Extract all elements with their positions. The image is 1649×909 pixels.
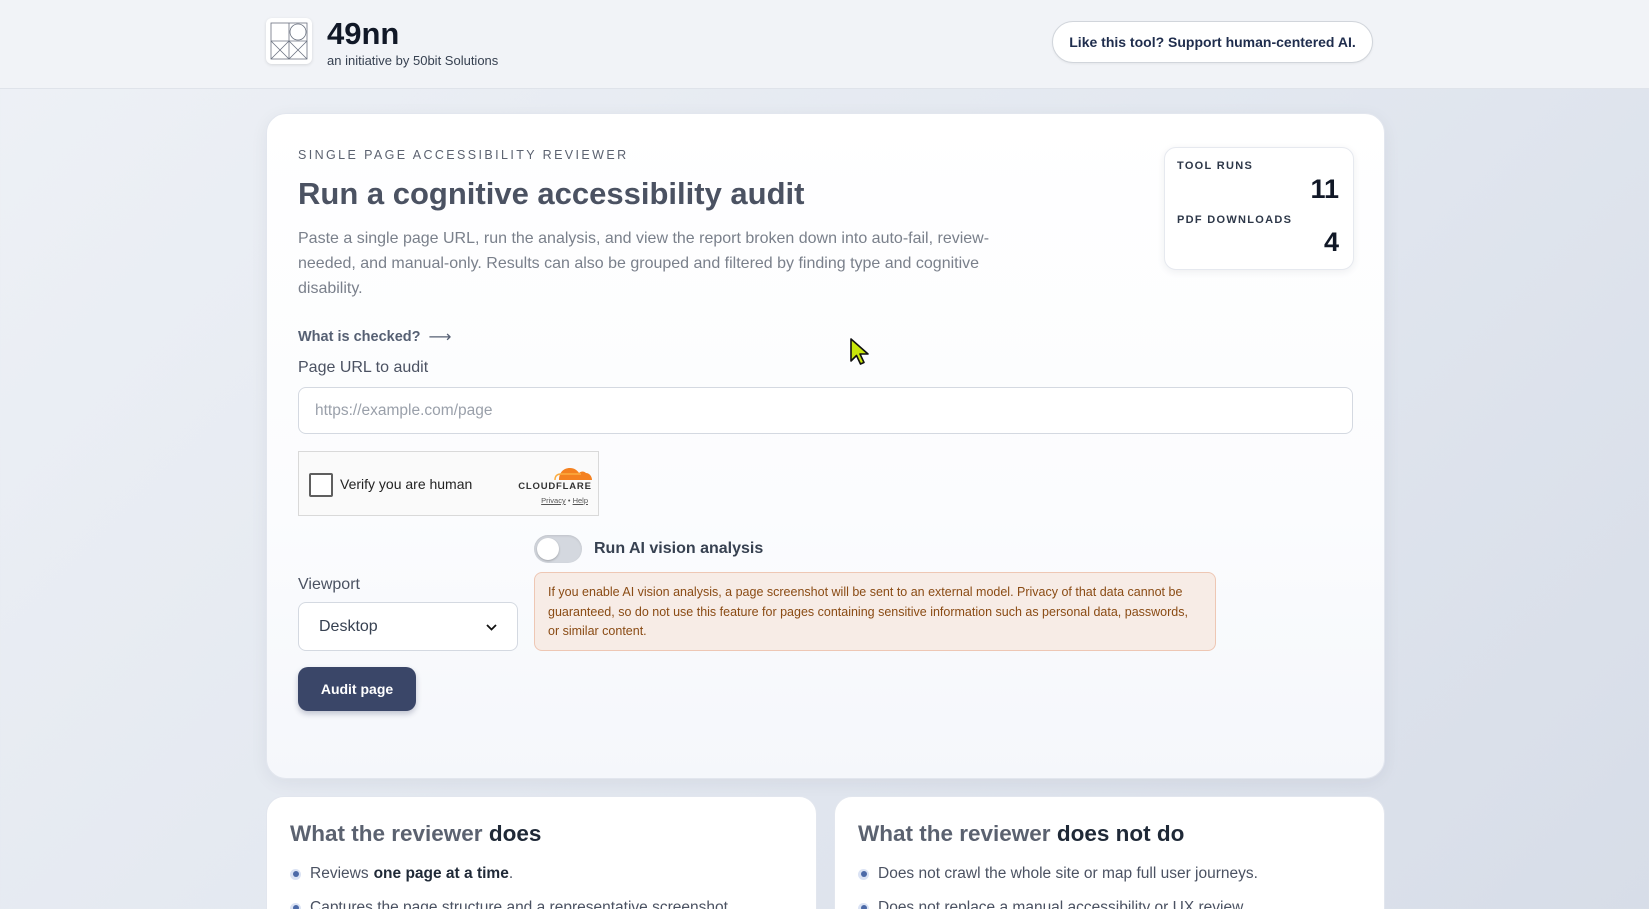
support-button[interactable]: Like this tool? Support human-centered A… (1052, 21, 1373, 63)
list-item-suffix: . (508, 865, 514, 882)
reviewer-does-card: What the reviewer does Reviews one page a… (266, 796, 817, 909)
tool-runs-value: 11 (1310, 174, 1339, 204)
reviewer-does-title-strong: does (488, 821, 542, 846)
reviewer-does-not-title: What the reviewer does not do (858, 821, 1184, 847)
what-checked-link[interactable]: What is checked? ⟶ (298, 327, 451, 347)
list-item: Does not crawl the whole site or map ful… (858, 865, 1258, 883)
what-checked-label: What is checked? (298, 329, 421, 345)
brand-subtitle: an initiative by 50bit Solutions (327, 53, 499, 68)
captcha-label: Verify you are human (340, 476, 473, 492)
audit-card: SINGLE PAGE ACCESSIBILITY REVIEWER Run a… (266, 113, 1385, 779)
ai-vision-toggle[interactable] (534, 535, 582, 563)
captcha-link-separator: • (567, 496, 571, 505)
mouse-cursor-icon (849, 337, 871, 372)
reviewer-does-not-title-strong: does not do (1056, 821, 1185, 846)
brand[interactable]: 49nn an initiative by 50bit Solutions (266, 18, 498, 68)
list-item-emphasis: one page at a time (373, 865, 509, 882)
captcha-privacy-link[interactable]: Privacy (541, 496, 566, 505)
viewport-select[interactable]: Desktop (298, 602, 518, 651)
bullet-icon (858, 902, 869, 909)
cloudflare-cloud-icon (554, 468, 592, 481)
list-item: Captures the page structure and a repres… (290, 899, 728, 909)
toggle-knob (537, 538, 559, 560)
page-title: Run a cognitive accessibility audit (298, 176, 805, 211)
cloudflare-brand-text: CLOUDFLARE (518, 481, 592, 492)
logo-icon (266, 18, 312, 64)
stats-panel: TOOL RUNS 11 PDF DOWNLOADS 4 (1164, 147, 1354, 270)
captcha-checkbox[interactable] (309, 473, 333, 497)
viewport-label: Viewport (298, 576, 360, 593)
bullet-icon (290, 868, 301, 880)
captcha-help-link[interactable]: Help (573, 496, 588, 505)
top-bar: 49nn an initiative by 50bit Solutions Li… (0, 0, 1649, 89)
brand-name: 49nn (327, 16, 400, 51)
list-item-text: Does not replace a manual accessibility … (878, 899, 1247, 909)
bullet-icon (290, 902, 301, 909)
cloudflare-logo: CLOUDFLARE Privacy • Help (515, 462, 595, 512)
ai-vision-label: Run AI vision analysis (594, 540, 764, 557)
chevron-down-icon (486, 620, 497, 634)
eyebrow-label: SINGLE PAGE ACCESSIBILITY REVIEWER (298, 148, 629, 162)
captcha-links: Privacy • Help (515, 496, 595, 505)
pdf-downloads-value: 4 (1323, 227, 1339, 257)
pdf-downloads-label: PDF DOWNLOADS (1177, 214, 1293, 226)
url-label: Page URL to audit (298, 359, 429, 376)
captcha-widget: Verify you are human CLOUDFLARE Privacy … (298, 451, 599, 516)
ai-privacy-warning: If you enable AI vision analysis, a page… (534, 572, 1216, 651)
reviewer-does-title-prefix: What the reviewer (290, 821, 483, 846)
reviewer-does-not-card: What the reviewer does not do Does not c… (834, 796, 1385, 909)
page-description: Paste a single page URL, run the analysi… (298, 230, 990, 297)
list-item-text: Does not crawl the whole site or map ful… (878, 865, 1258, 882)
list-item-text: Reviews (310, 865, 369, 882)
tool-runs-label: TOOL RUNS (1177, 160, 1254, 172)
audit-page-button[interactable]: Audit page (298, 667, 416, 711)
list-item: Reviews one page at a time. (290, 865, 513, 883)
reviewer-does-title: What the reviewer does (290, 821, 541, 847)
list-item: Does not replace a manual accessibility … (858, 899, 1247, 909)
url-input[interactable] (298, 387, 1353, 434)
bullet-icon (858, 868, 869, 880)
reviewer-does-not-title-prefix: What the reviewer (858, 821, 1051, 846)
list-item-text: Captures the page structure and a repres… (310, 899, 728, 909)
viewport-selected-value: Desktop (319, 617, 378, 635)
arrow-right-icon: ⟶ (428, 329, 452, 346)
